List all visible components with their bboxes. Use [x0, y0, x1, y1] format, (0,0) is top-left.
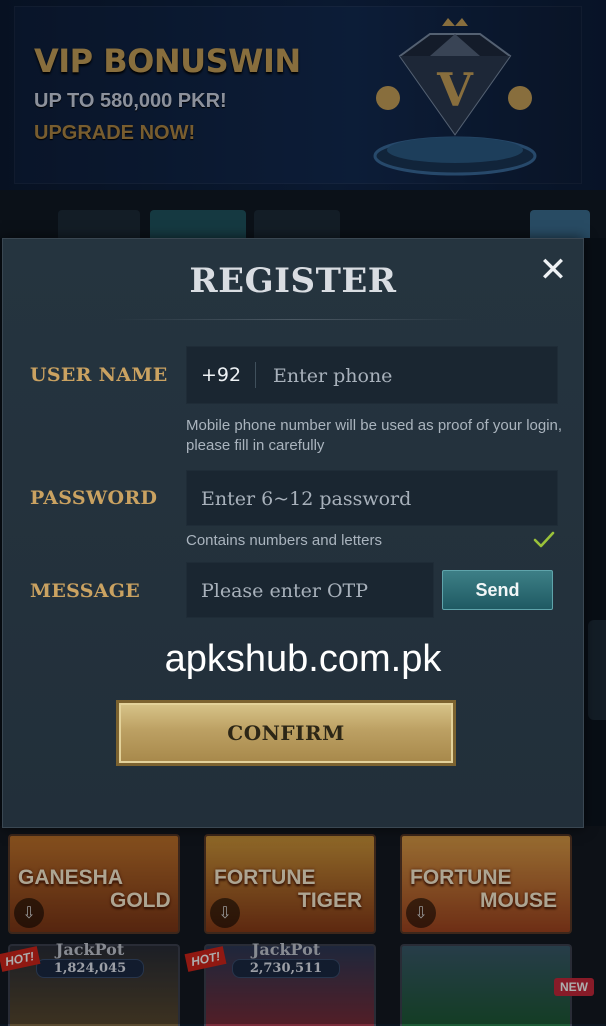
message-label: MESSAGE	[30, 580, 141, 602]
send-otp-button[interactable]: Send	[442, 570, 553, 610]
username-label: USER NAME	[30, 364, 168, 386]
check-icon	[533, 531, 555, 548]
modal-title: REGISTER	[189, 261, 397, 301]
password-input[interactable]: Enter 6~12 password	[186, 470, 558, 526]
field-separator	[255, 362, 256, 388]
phone-input[interactable]: +92 Enter phone	[186, 346, 558, 404]
confirm-button[interactable]: CONFIRM	[116, 700, 456, 766]
password-label: PASSWORD	[30, 487, 158, 509]
watermark-text: apkshub.com.pk	[164, 638, 442, 680]
close-icon[interactable]: ✕	[535, 253, 571, 289]
password-hint: Contains numbers and letters	[186, 532, 382, 549]
country-code[interactable]: +92	[201, 364, 241, 386]
phone-hint: Mobile phone number will be used as proo…	[186, 417, 563, 454]
password-placeholder: Enter 6~12 password	[201, 488, 412, 510]
otp-placeholder: Please enter OTP	[201, 580, 368, 602]
title-divider	[113, 319, 473, 320]
otp-input[interactable]: Please enter OTP	[186, 562, 434, 618]
phone-placeholder: Enter phone	[273, 365, 393, 387]
